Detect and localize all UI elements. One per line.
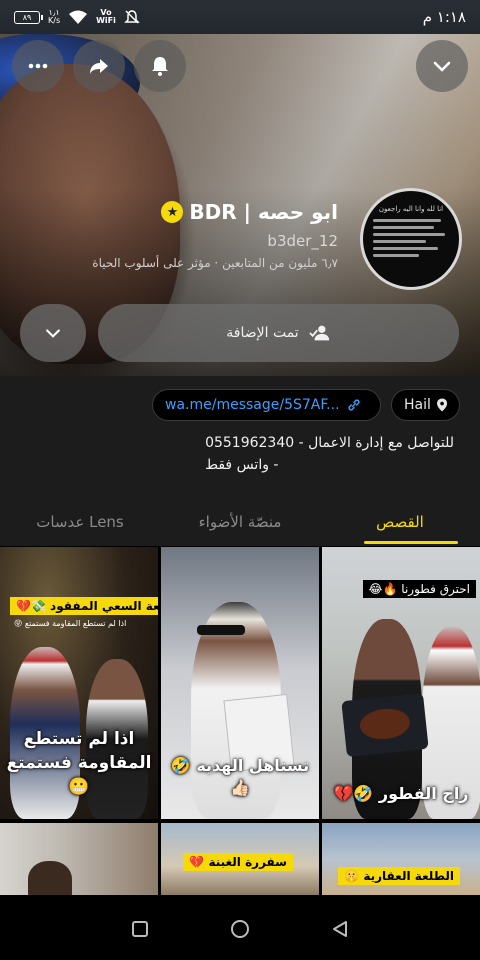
chevron-down-icon xyxy=(46,329,60,338)
stories-grid: احترق فطورنا 🔥😂 راح الفطور 🤣💔 تستاهل اله… xyxy=(0,547,480,895)
vo-wifi-label: Vo WiFi xyxy=(96,8,116,25)
link-text: wa.me/message/5S7AF... xyxy=(165,397,340,413)
system-navigation-bar xyxy=(0,897,480,960)
bell-icon xyxy=(152,57,168,76)
tab-stories[interactable]: القصص xyxy=(320,498,480,546)
story-tile[interactable]: احترق فطورنا 🔥😂 راح الفطور 🤣💔 xyxy=(322,547,480,819)
story-title: راح الفطور 🤣💔 xyxy=(333,784,469,803)
back-icon[interactable] xyxy=(331,920,349,938)
more-options-button[interactable] xyxy=(12,40,64,92)
user-check-icon xyxy=(308,325,329,341)
options-dropdown-button[interactable] xyxy=(20,304,86,362)
avatar-text-line xyxy=(373,226,434,229)
story-tile[interactable]: الطلعة العقارية 🤫 xyxy=(322,823,480,895)
added-label: تمت الإضافة xyxy=(226,325,299,341)
more-icon xyxy=(28,63,48,69)
story-caption: طلعة السعي المفقود 💸💔 xyxy=(10,597,158,615)
tab-spotlight[interactable]: منصّة الأضواء xyxy=(160,498,320,546)
story-caption: سفررة الغبنة 💔 xyxy=(183,853,293,871)
chevron-down-icon xyxy=(433,61,451,72)
wifi-icon xyxy=(69,10,88,24)
location-pin-icon xyxy=(436,398,447,412)
added-friend-button[interactable]: تمت الإضافة xyxy=(98,304,459,362)
recent-apps-icon[interactable] xyxy=(131,920,149,938)
story-caption: احترق فطورنا 🔥😂 xyxy=(362,580,476,598)
username: b3der_12 xyxy=(267,232,338,250)
avatar-text-line xyxy=(373,240,427,243)
avatar-text-line xyxy=(373,254,419,257)
location-chip[interactable]: Hail xyxy=(391,389,460,421)
location-text: Hail xyxy=(404,397,431,413)
network-speed: ١٫١ K/s xyxy=(48,8,61,25)
bio-line: للتواصل مع إدارة الاعمال - 0551962340 xyxy=(205,435,454,451)
profile-name: ابو حصه | BDR xyxy=(189,200,338,224)
baking-tray xyxy=(341,692,429,758)
status-icons: ٨٩ ١٫١ K/s Vo WiFi xyxy=(14,9,140,25)
profile-tabs: عدسات Lens منصّة الأضواء القصص xyxy=(0,498,480,546)
collapse-button[interactable] xyxy=(416,40,468,92)
story-tile[interactable]: طلعة السعي المفقود 💸💔 اذا لم تستطع المقا… xyxy=(0,547,158,819)
status-time: ١:١٨ م xyxy=(422,8,466,26)
story-tile[interactable] xyxy=(0,823,158,895)
story-subcaption: اذا لم تستطع المقاومة فستمتع 😝 xyxy=(14,619,127,628)
profile-avatar[interactable]: انا لله وانا اليه راجعون xyxy=(360,188,462,290)
avatar-text-line xyxy=(373,247,438,250)
link-icon xyxy=(347,399,360,411)
story-caption: الطلعة العقارية 🤫 xyxy=(338,867,460,885)
story-title: اذا لم تستطع المقاومة فستمتع 😬 xyxy=(6,729,152,797)
story-tile[interactable]: سفررة الغبنة 💔 xyxy=(161,823,319,895)
profile-info: wa.me/message/5S7AF... Hail للتواصل مع إ… xyxy=(0,376,480,498)
whatsapp-link-chip[interactable]: wa.me/message/5S7AF... xyxy=(152,389,381,421)
avatar-text-line xyxy=(373,233,446,236)
home-icon[interactable] xyxy=(230,919,250,939)
notifications-button[interactable] xyxy=(134,40,186,92)
story-title: تستاهل الهديه 🤣 👍🏻 xyxy=(170,756,310,797)
sunglasses xyxy=(197,625,245,635)
status-bar: ٨٩ ١٫١ K/s Vo WiFi ١:١٨ م xyxy=(0,0,480,34)
bio-line: - واتس فقط xyxy=(205,457,279,473)
profile-name-row: ★ ابو حصه | BDR xyxy=(161,200,338,224)
avatar-text-line xyxy=(373,219,442,222)
share-arrow-icon xyxy=(90,59,108,74)
star-badge-icon: ★ xyxy=(161,201,184,223)
bio: للتواصل مع إدارة الاعمال - 0551962340 - … xyxy=(205,432,454,476)
share-button[interactable] xyxy=(73,40,125,92)
mute-bell-icon xyxy=(124,10,140,24)
story-tile[interactable]: تستاهل الهديه 🤣 👍🏻 xyxy=(161,547,319,819)
battery-icon: ٨٩ xyxy=(14,10,43,24)
tagline: ٦٫٧ مليون من المتابعين · مؤثر على أسلوب … xyxy=(92,256,338,270)
avatar-text: انا لله وانا اليه راجعون xyxy=(378,205,444,213)
battery-level: ٨٩ xyxy=(22,12,32,22)
tab-lens[interactable]: عدسات Lens xyxy=(0,498,160,546)
